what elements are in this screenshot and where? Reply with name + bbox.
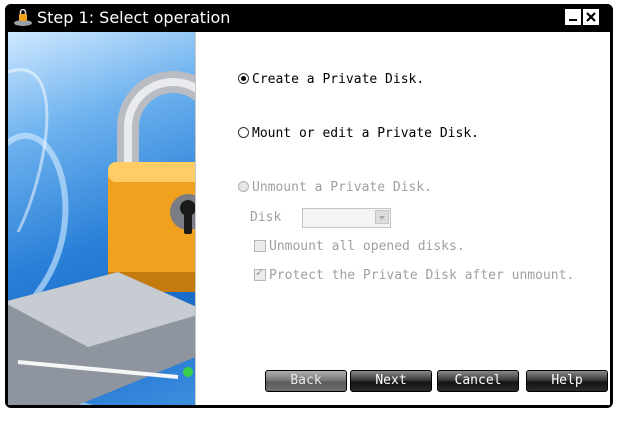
dialog-body: Create a Private Disk. Mount or edit a P…: [8, 32, 610, 405]
wizard-window: Step 1: Select operation Create a Privat…: [5, 4, 613, 408]
unmount-label: Unmount a Private Disk.: [252, 180, 433, 195]
title-bar[interactable]: Step 1: Select operation: [5, 4, 613, 32]
window-title: Step 1: Select operation: [37, 8, 231, 27]
chevron-down-icon: [375, 210, 389, 224]
mount-label: Mount or edit a Private Disk.: [252, 126, 479, 141]
create-label: Create a Private Disk.: [252, 72, 425, 87]
back-button[interactable]: Back: [265, 370, 347, 392]
option-unmount-disk: Unmount a Private Disk.: [238, 180, 432, 195]
protect-checkbox: [254, 266, 266, 281]
disk-select: [302, 208, 391, 228]
private-disk-app-icon: [13, 8, 33, 27]
unmount-all-checkbox-row: Unmount all opened disks.: [254, 239, 465, 254]
mount-radio[interactable]: [238, 127, 249, 138]
protect-label: Protect the Private Disk after unmount.: [269, 268, 575, 283]
option-create-disk[interactable]: Create a Private Disk.: [238, 72, 424, 87]
unmount-radio: [238, 181, 249, 192]
close-icon[interactable]: [583, 9, 599, 25]
help-button[interactable]: Help: [526, 370, 608, 392]
unmount-all-checkbox: [254, 239, 266, 252]
padlock-banner-image: [8, 32, 195, 405]
cancel-button[interactable]: Cancel: [437, 370, 519, 392]
minimize-icon[interactable]: [565, 9, 581, 25]
unmount-all-label: Unmount all opened disks.: [269, 239, 465, 254]
options-panel: Create a Private Disk. Mount or edit a P…: [195, 32, 610, 405]
protect-checkbox-row: Protect the Private Disk after unmount.: [254, 266, 575, 283]
disk-label: Disk: [250, 210, 282, 225]
create-radio[interactable]: [238, 73, 249, 84]
option-mount-disk[interactable]: Mount or edit a Private Disk.: [238, 126, 479, 141]
next-button[interactable]: Next: [350, 370, 432, 392]
